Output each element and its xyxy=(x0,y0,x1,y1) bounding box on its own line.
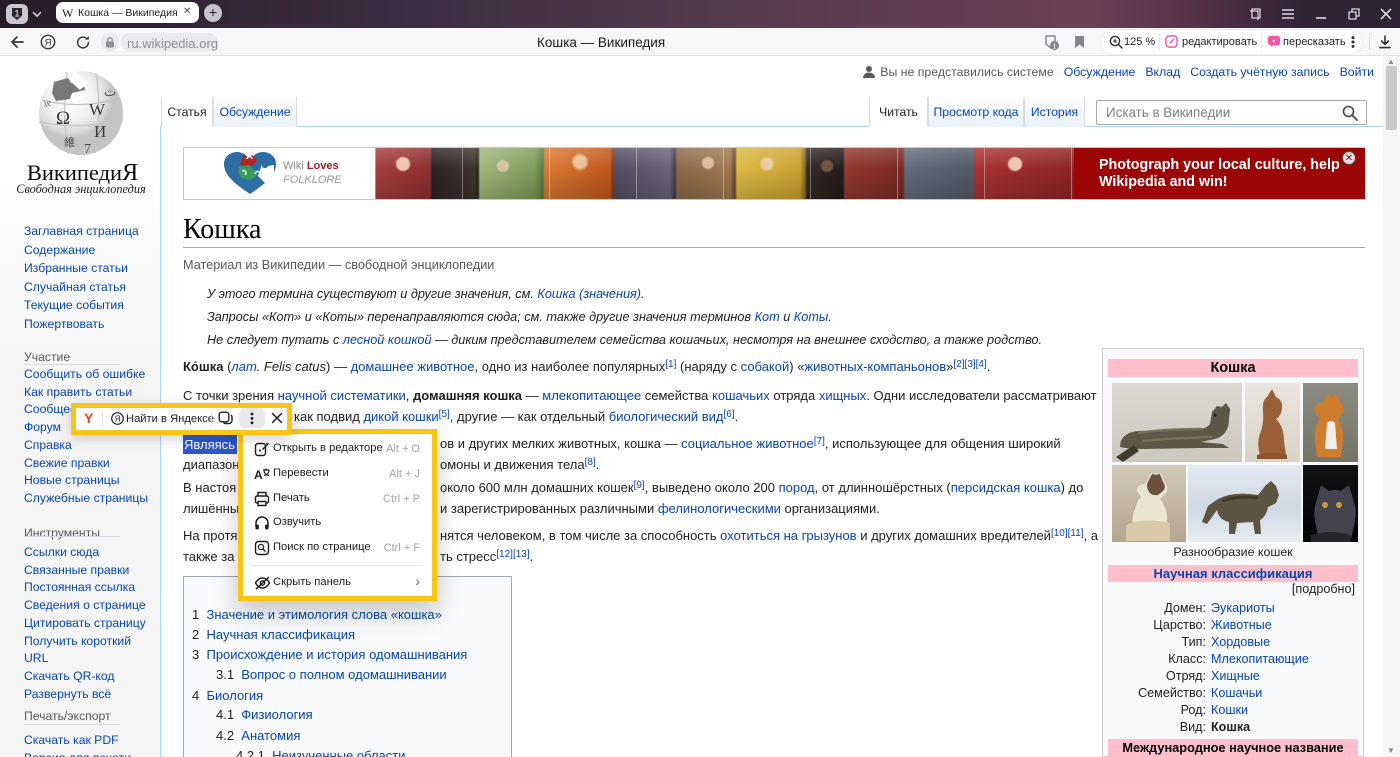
svg-text:維: 維 xyxy=(64,136,75,149)
svg-text:Я: Я xyxy=(45,38,52,49)
svg-text:А: А xyxy=(254,468,263,482)
svg-text:1: 1 xyxy=(1052,41,1056,50)
svg-text:7: 7 xyxy=(84,142,91,156)
svg-text:1: 1 xyxy=(14,9,19,19)
svg-text:«: « xyxy=(1272,36,1276,45)
svg-text:ث: ث xyxy=(104,84,116,99)
svg-text:Я: Я xyxy=(115,415,121,424)
svg-text:Ω: Ω xyxy=(56,108,70,129)
svg-text:И: И xyxy=(94,122,106,141)
svg-text:W: W xyxy=(89,100,106,119)
